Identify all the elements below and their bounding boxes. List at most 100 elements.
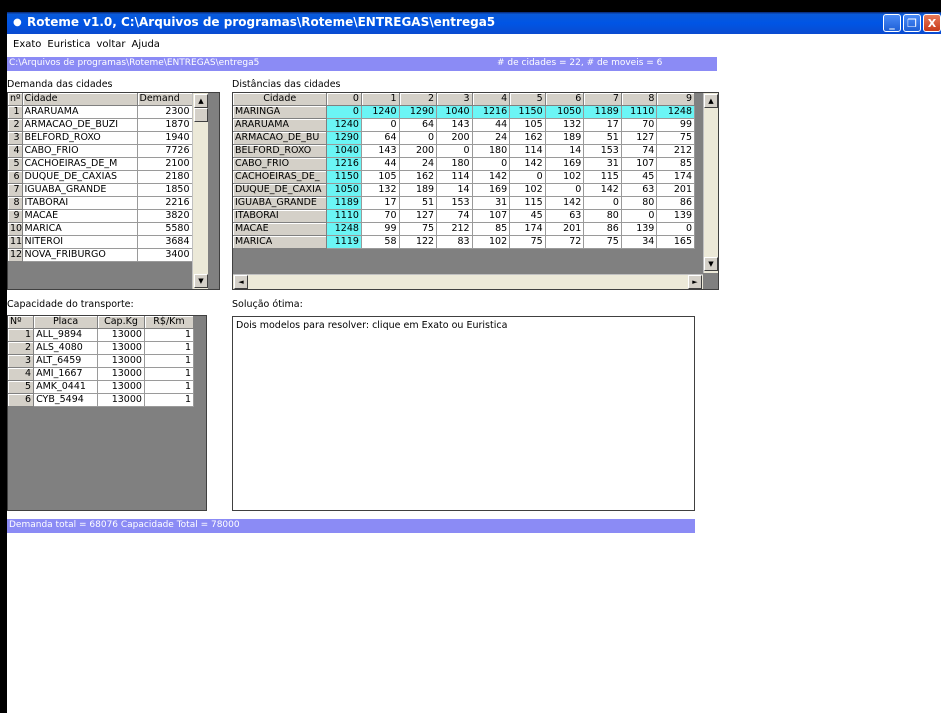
table-cell[interactable]: 1050 bbox=[326, 183, 362, 197]
row-header[interactable]: 2 bbox=[8, 118, 23, 132]
table-cell[interactable]: 0 bbox=[621, 209, 658, 223]
table-cell[interactable]: 24 bbox=[399, 157, 438, 171]
table-cell[interactable]: 0 bbox=[361, 118, 400, 132]
row-header[interactable]: 9 bbox=[8, 209, 23, 223]
distances-vscrollbar[interactable]: ▲ ▼ bbox=[703, 93, 718, 273]
row-header[interactable]: MACAE bbox=[233, 222, 328, 236]
scroll-thumb[interactable] bbox=[194, 108, 208, 122]
table-cell[interactable]: 2180 bbox=[137, 170, 193, 184]
row-header[interactable]: CACHOEIRAS_DE_ bbox=[233, 170, 328, 184]
table-cell[interactable]: 105 bbox=[509, 118, 546, 132]
table-cell[interactable]: 200 bbox=[399, 144, 438, 158]
table-cell[interactable]: 1940 bbox=[137, 131, 193, 145]
scroll-right-icon[interactable]: ► bbox=[688, 275, 702, 289]
table-cell[interactable]: 3400 bbox=[137, 248, 193, 262]
row-header[interactable]: 5 bbox=[8, 380, 35, 394]
table-cell[interactable]: 1248 bbox=[326, 222, 362, 236]
table-cell[interactable]: 13000 bbox=[97, 328, 145, 342]
row-header[interactable]: 7 bbox=[8, 183, 23, 197]
table-cell[interactable]: 70 bbox=[621, 118, 658, 132]
table-cell[interactable]: 132 bbox=[361, 183, 400, 197]
row-header[interactable]: CABO_FRIO bbox=[233, 157, 328, 171]
table-cell[interactable]: 0 bbox=[545, 183, 585, 197]
menu-exato[interactable]: Exato bbox=[13, 37, 41, 53]
table-cell[interactable]: 24 bbox=[472, 131, 511, 145]
table-cell[interactable]: 74 bbox=[621, 144, 658, 158]
scroll-up-icon[interactable]: ▲ bbox=[194, 94, 208, 108]
table-cell[interactable]: 86 bbox=[656, 196, 695, 210]
row-header[interactable]: 2 bbox=[8, 341, 35, 355]
table-cell[interactable]: 201 bbox=[545, 222, 585, 236]
column-header[interactable]: 0 bbox=[326, 93, 362, 106]
menu-ajuda[interactable]: Ajuda bbox=[131, 37, 159, 53]
table-cell[interactable]: 31 bbox=[472, 196, 511, 210]
row-header[interactable]: 12 bbox=[8, 248, 23, 262]
table-cell[interactable]: 1189 bbox=[326, 196, 362, 210]
demand-vscrollbar[interactable]: ▲ ▼ bbox=[192, 93, 208, 289]
table-cell[interactable]: 1 bbox=[144, 354, 195, 368]
row-header[interactable]: ARARUAMA bbox=[233, 118, 328, 132]
table-cell[interactable]: 17 bbox=[361, 196, 400, 210]
row-header[interactable]: 1 bbox=[8, 105, 23, 119]
table-cell[interactable]: 2216 bbox=[137, 196, 193, 210]
table-cell[interactable]: 64 bbox=[399, 118, 438, 132]
table-cell[interactable]: 142 bbox=[545, 196, 585, 210]
table-cell[interactable]: 201 bbox=[656, 183, 695, 197]
scroll-down-icon[interactable]: ▼ bbox=[704, 257, 718, 271]
table-cell[interactable]: 132 bbox=[545, 118, 585, 132]
table-cell[interactable]: 115 bbox=[583, 170, 622, 184]
table-cell[interactable]: 0 bbox=[399, 131, 438, 145]
table-cell[interactable]: 2100 bbox=[137, 157, 193, 171]
table-cell[interactable]: 1290 bbox=[326, 131, 362, 145]
close-icon[interactable]: X bbox=[923, 14, 941, 32]
table-cell[interactable]: 0 bbox=[583, 196, 622, 210]
table-cell[interactable]: 80 bbox=[621, 196, 658, 210]
table-cell[interactable]: 107 bbox=[621, 157, 658, 171]
row-header[interactable]: 3 bbox=[8, 131, 23, 145]
distances-hscrollbar[interactable]: ◄ ► bbox=[233, 274, 703, 289]
table-cell[interactable]: 1870 bbox=[137, 118, 193, 132]
table-cell[interactable]: 142 bbox=[472, 170, 511, 184]
table-cell[interactable]: 127 bbox=[399, 209, 438, 223]
table-cell[interactable]: 51 bbox=[583, 131, 622, 145]
table-cell[interactable]: 58 bbox=[361, 235, 400, 249]
table-cell[interactable]: 75 bbox=[509, 235, 546, 249]
table-cell[interactable]: CYB_5494 bbox=[33, 393, 99, 407]
menu-euristica[interactable]: Euristica bbox=[47, 37, 90, 53]
table-cell[interactable]: 1240 bbox=[326, 118, 362, 132]
column-header[interactable]: Nº bbox=[8, 316, 35, 329]
table-cell[interactable]: 1040 bbox=[436, 105, 473, 119]
table-cell[interactable]: 105 bbox=[361, 170, 400, 184]
table-cell[interactable]: 142 bbox=[509, 157, 546, 171]
column-header[interactable]: 5 bbox=[509, 93, 546, 106]
table-cell[interactable]: 1119 bbox=[326, 235, 362, 249]
table-cell[interactable]: 1248 bbox=[656, 105, 695, 119]
table-cell[interactable]: 3820 bbox=[137, 209, 193, 223]
table-cell[interactable]: 102 bbox=[509, 183, 546, 197]
table-cell[interactable]: 13000 bbox=[97, 354, 145, 368]
table-cell[interactable]: 153 bbox=[583, 144, 622, 158]
row-header[interactable]: MARICA bbox=[233, 235, 328, 249]
table-cell[interactable]: 99 bbox=[361, 222, 400, 236]
table-cell[interactable]: 0 bbox=[326, 105, 362, 119]
table-cell[interactable]: 17 bbox=[583, 118, 622, 132]
table-cell[interactable]: AMK_0441 bbox=[33, 380, 99, 394]
row-header[interactable]: 10 bbox=[8, 222, 23, 236]
table-cell[interactable]: 165 bbox=[656, 235, 695, 249]
restore-icon[interactable]: ❐ bbox=[903, 14, 921, 32]
table-cell[interactable]: 212 bbox=[436, 222, 473, 236]
title-bar[interactable]: ● Roteme v1.0, C:\Arquivos de programas\… bbox=[7, 12, 941, 34]
table-cell[interactable]: 63 bbox=[621, 183, 658, 197]
table-cell[interactable]: 1150 bbox=[326, 170, 362, 184]
table-cell[interactable]: 75 bbox=[399, 222, 438, 236]
table-cell[interactable]: 14 bbox=[545, 144, 585, 158]
column-header[interactable]: 6 bbox=[545, 93, 585, 106]
table-cell[interactable]: 139 bbox=[621, 222, 658, 236]
table-cell[interactable]: 1150 bbox=[509, 105, 546, 119]
table-cell[interactable]: MARICA bbox=[22, 222, 138, 236]
table-cell[interactable]: 142 bbox=[583, 183, 622, 197]
table-cell[interactable]: 13000 bbox=[97, 367, 145, 381]
table-cell[interactable]: 200 bbox=[436, 131, 473, 145]
column-header[interactable]: 3 bbox=[436, 93, 473, 106]
table-cell[interactable]: 34 bbox=[621, 235, 658, 249]
